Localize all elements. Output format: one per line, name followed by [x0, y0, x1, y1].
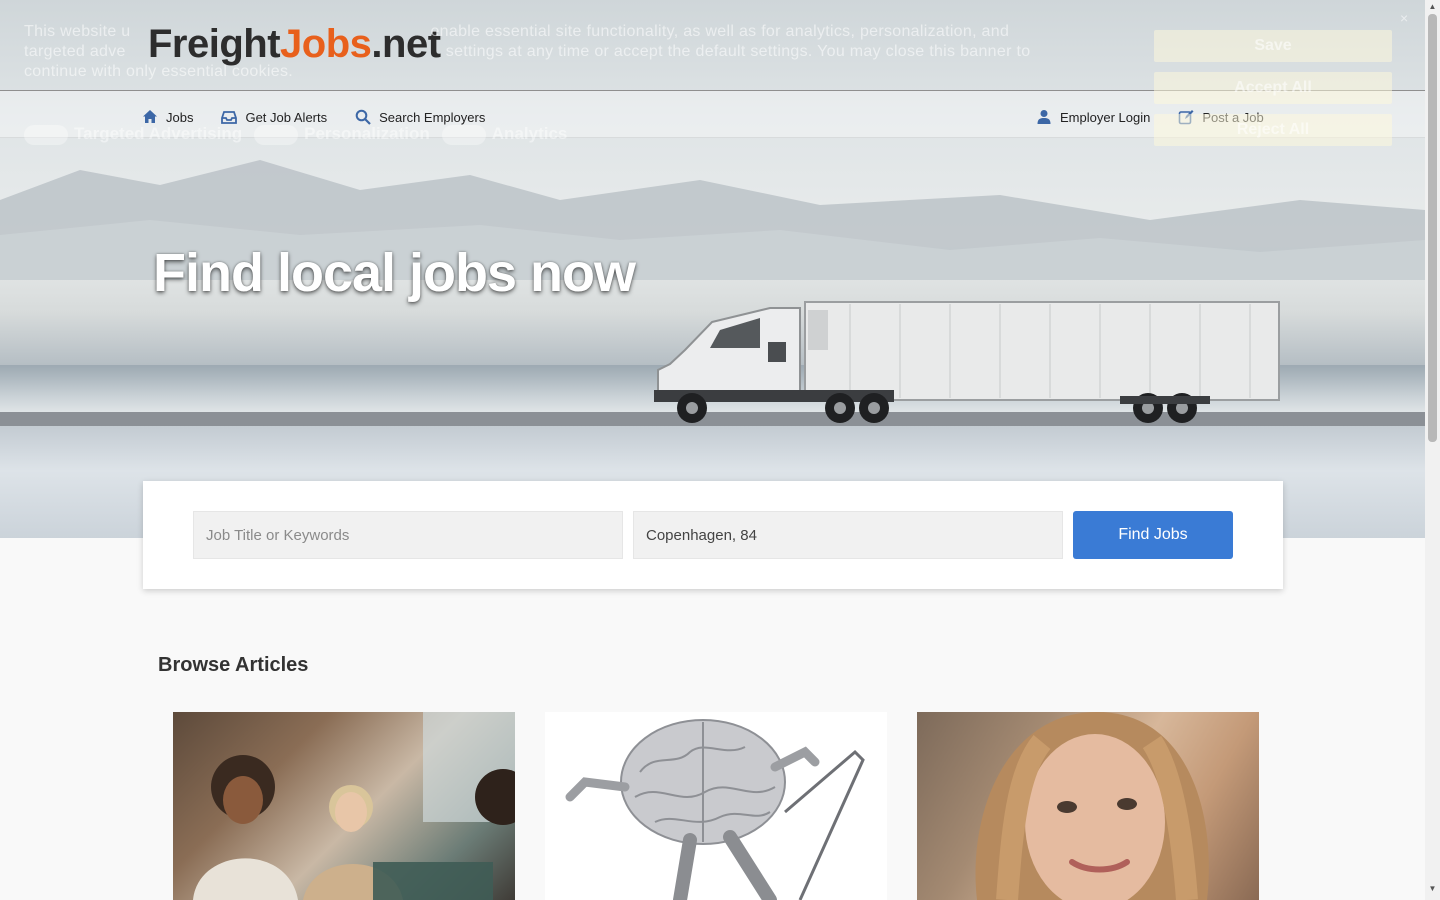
hero-title: Find local jobs now — [153, 243, 636, 303]
header-divider — [0, 90, 1425, 91]
scroll-down-arrow-icon[interactable]: ▼ — [1428, 884, 1437, 893]
search-icon — [355, 109, 371, 125]
keywords-field[interactable] — [193, 511, 623, 559]
inbox-icon — [221, 111, 238, 124]
article-card-image-1[interactable] — [173, 712, 515, 900]
nav-item-search-employers[interactable]: Search Employers — [355, 109, 485, 125]
home-icon — [143, 110, 157, 123]
site-logo[interactable]: FreightJobs.net — [148, 22, 441, 67]
nav-label-post-job: Post a Job — [1202, 109, 1264, 125]
running-brain-image — [565, 719, 865, 900]
article-card-image-2[interactable] — [545, 712, 887, 900]
scrollbar-thumb[interactable] — [1428, 14, 1437, 442]
nav-item-job-alerts[interactable]: Get Job Alerts — [221, 109, 327, 125]
logo-part-freight: Freight — [148, 22, 281, 66]
browse-articles-heading: Browse Articles — [158, 654, 309, 676]
keywords-input[interactable] — [206, 526, 610, 544]
nav-label-employer-login: Employer Login — [1060, 109, 1151, 125]
nav-label-search-employers: Search Employers — [379, 109, 486, 125]
edit-icon — [1179, 110, 1194, 125]
location-input[interactable] — [646, 526, 1050, 544]
nav-label-job-alerts: Get Job Alerts — [245, 109, 328, 125]
people-laughing-image — [193, 712, 515, 900]
location-field[interactable] — [633, 511, 1063, 559]
nav-label-jobs: Jobs — [166, 109, 194, 125]
semi-truck-image — [654, 301, 1280, 423]
primary-nav: Jobs Get Job Alerts Search Employers — [142, 107, 485, 127]
nav-divider — [0, 137, 1425, 138]
nav-item-employer-login[interactable]: Employer Login — [1036, 109, 1150, 125]
scroll-up-arrow-icon[interactable]: ▲ — [1428, 2, 1437, 11]
job-search-form: Find Jobs — [143, 481, 1283, 589]
account-nav: Employer Login Post a Job — [1036, 107, 1264, 127]
nav-item-post-job[interactable]: Post a Job — [1178, 109, 1264, 125]
nav-item-jobs[interactable]: Jobs — [142, 109, 193, 125]
logo-part-jobs: Jobs — [280, 22, 372, 66]
hero-banner: Find local jobs now — [0, 0, 1425, 538]
article-card-image-3[interactable] — [917, 712, 1259, 900]
woman-selfie-image — [975, 712, 1209, 900]
user-icon — [1037, 110, 1051, 124]
find-jobs-button[interactable]: Find Jobs — [1073, 511, 1233, 559]
logo-part-net: .net — [371, 22, 441, 66]
